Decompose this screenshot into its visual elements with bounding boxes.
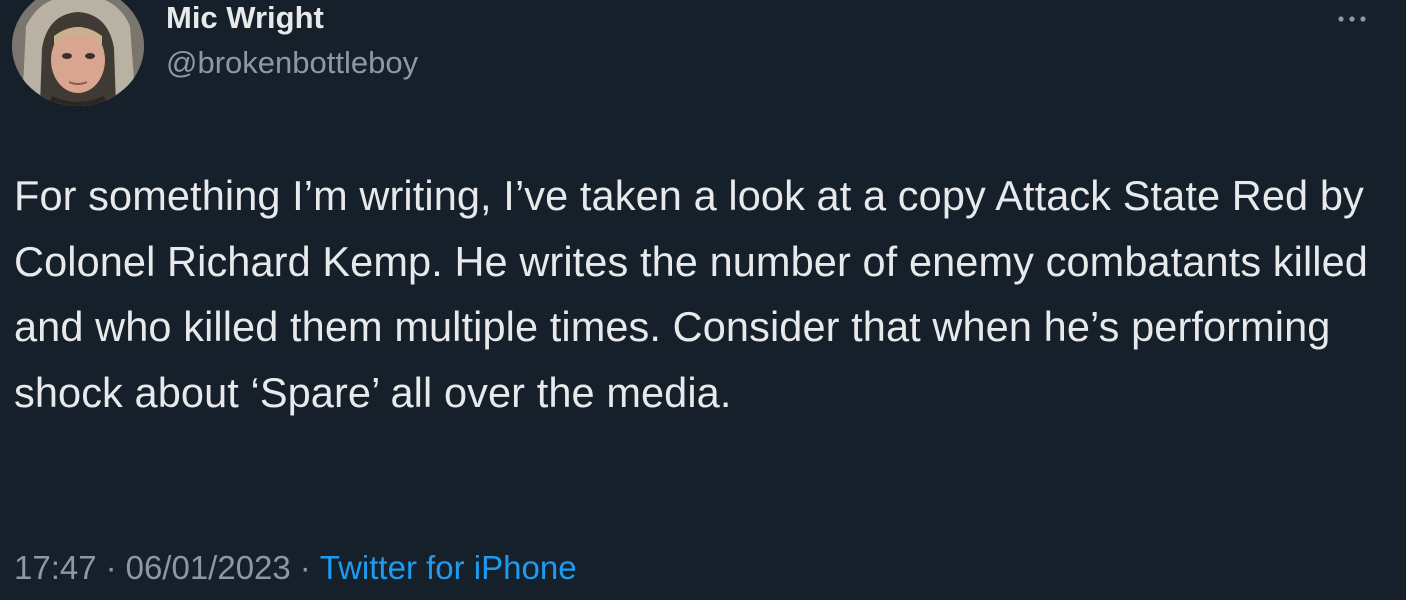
avatar[interactable]: [12, 0, 144, 106]
tweet-card: Mic Wright @brokenbottleboy For somethin…: [0, 0, 1406, 600]
author-handle[interactable]: @brokenbottleboy: [166, 45, 418, 81]
tweet-metadata: 17:47 · 06/01/2023 · Twitter for iPhone: [14, 548, 577, 588]
tweet-source-link[interactable]: Twitter for iPhone: [320, 549, 577, 586]
meta-separator: ·: [105, 549, 117, 586]
author-display-name[interactable]: Mic Wright: [166, 0, 324, 36]
more-options-button[interactable]: [1330, 2, 1374, 36]
tweet-text: For something I’m writing, I’ve taken a …: [14, 172, 1368, 416]
tweet-time[interactable]: 17:47: [14, 549, 97, 586]
tweet-date[interactable]: 06/01/2023: [126, 549, 291, 586]
more-horizontal-icon: [1338, 16, 1366, 22]
meta-separator: ·: [299, 549, 311, 586]
avatar-photo: [12, 0, 144, 106]
